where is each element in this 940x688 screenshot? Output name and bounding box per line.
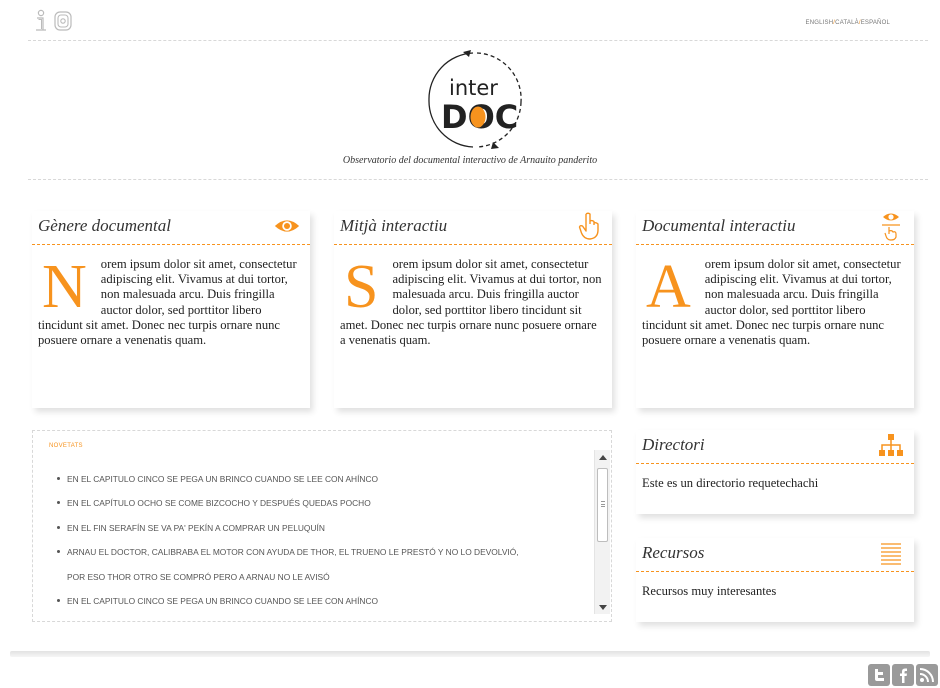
news-label: NOVETATS bbox=[49, 443, 83, 449]
news-item-text[interactable]: EN EL CAPITULO CINCO SE PEGA UN BRINCO C… bbox=[67, 596, 378, 606]
language-selector: ENGLISH/CATALÀ/ESPAÑOL bbox=[806, 20, 890, 26]
bullet-icon bbox=[57, 525, 60, 529]
scroll-thumb[interactable] bbox=[597, 468, 608, 542]
card-body: Recursos muy interesantes bbox=[636, 572, 914, 599]
card-body: Este es un directorio requetechachi bbox=[636, 464, 914, 491]
card-genere-documental: Gènere documental Norem ipsum dolor sit … bbox=[32, 211, 310, 408]
news-scrollbar[interactable] bbox=[594, 450, 610, 614]
card-title[interactable]: Recursos bbox=[642, 543, 704, 563]
drop-cap: N bbox=[42, 253, 87, 321]
lang-catala[interactable]: CATALÀ bbox=[835, 20, 859, 26]
card-header: Directori bbox=[636, 430, 914, 464]
sitemap-icon[interactable] bbox=[878, 430, 904, 460]
list-icon[interactable] bbox=[878, 538, 904, 568]
card-directori: Directori Este es un directorio requetec… bbox=[636, 430, 914, 514]
scroll-up-arrow-icon[interactable] bbox=[595, 450, 611, 464]
bullet-icon bbox=[57, 477, 60, 480]
card-header: Recursos bbox=[636, 538, 914, 572]
news-item-text[interactable]: POR ESO THOR OTRO SE COMPRÓ PERO A ARNAU… bbox=[67, 572, 330, 582]
card-title[interactable]: Documental interactiu bbox=[642, 216, 795, 236]
lang-espanol[interactable]: ESPAÑOL bbox=[861, 20, 890, 26]
tagline: Observatorio del documental interactivo … bbox=[342, 155, 598, 166]
news-item-text[interactable]: EN EL CAPITULO CINCO SE PEGA UN BRINCO C… bbox=[67, 474, 378, 484]
twitter-icon[interactable] bbox=[868, 664, 890, 686]
bullet-icon bbox=[57, 598, 60, 602]
card-title[interactable]: Gènere documental bbox=[38, 216, 171, 236]
card-title[interactable]: Mitjà interactiu bbox=[340, 216, 447, 236]
card-body: Sorem ipsum dolor sit amet, consectetur … bbox=[334, 245, 612, 348]
list-item[interactable]: EN EL CAPITULO CINCO SE PEGA UN BRINCO C… bbox=[33, 473, 593, 497]
rss-icon[interactable] bbox=[916, 664, 938, 686]
list-item[interactable]: EN EL CAPÍTULO OCHO SE COME BIZCOCHO Y D… bbox=[33, 497, 593, 521]
card-text: Este es un directorio requetechachi bbox=[642, 476, 819, 490]
list-item[interactable]: ARNAU EL DOCTOR, CALIBRABA EL MOTOR CON … bbox=[33, 546, 593, 570]
card-header: Mitjà interactiu bbox=[334, 211, 612, 245]
divider bbox=[28, 40, 928, 41]
card-mitja-interactiu: Mitjà interactiu Sorem ipsum dolor sit a… bbox=[334, 211, 612, 408]
news-item-text[interactable]: EN EL CAPÍTULO OCHO SE COME BIZCOCHO Y D… bbox=[67, 498, 371, 508]
card-text: Recursos muy interesantes bbox=[642, 584, 777, 598]
news-item-text[interactable]: ARNAU EL DOCTOR, CALIBRABA EL MOTOR CON … bbox=[67, 547, 519, 557]
divider bbox=[28, 179, 928, 180]
bullet-icon bbox=[57, 550, 60, 554]
facebook-icon[interactable] bbox=[892, 664, 914, 686]
news-panel: NOVETATS EN EL CAPITULO CINCO SE PEGA UN… bbox=[32, 430, 612, 622]
logo-inter-text: inter bbox=[449, 76, 498, 100]
card-header: Gènere documental bbox=[32, 211, 310, 245]
list-item[interactable]: EN EL FIN SERAFÍN SE VA PA' PEKÍN A COMP… bbox=[33, 522, 593, 546]
scroll-down-arrow-icon[interactable] bbox=[595, 600, 611, 614]
card-text: orem ipsum dolor sit amet, consectetur a… bbox=[340, 257, 602, 348]
drop-cap: A bbox=[646, 253, 691, 321]
card-documental-interactiu: Documental interactiu Aorem ipsum dolor … bbox=[636, 211, 914, 408]
card-title[interactable]: Directori bbox=[642, 435, 705, 455]
eye-icon[interactable] bbox=[274, 211, 300, 241]
list-item[interactable]: EN EL CAPITULO CINCO SE PEGA UN BRINCO C… bbox=[33, 595, 593, 619]
drop-cap: S bbox=[344, 253, 379, 321]
at-email-icon[interactable] bbox=[54, 8, 72, 34]
card-body: Norem ipsum dolor sit amet, consectetur … bbox=[32, 245, 310, 348]
top-icons bbox=[32, 8, 72, 34]
eye-hand-icon[interactable] bbox=[878, 211, 904, 241]
lang-english[interactable]: ENGLISH bbox=[806, 20, 834, 26]
card-body: Aorem ipsum dolor sit amet, consectetur … bbox=[636, 245, 914, 348]
grip-icon bbox=[601, 501, 605, 507]
interdoc-logo[interactable]: inter DOC bbox=[425, 50, 525, 150]
card-header: Documental interactiu bbox=[636, 211, 914, 245]
bullet-icon bbox=[57, 501, 60, 505]
social-links bbox=[868, 664, 938, 686]
news-list: EN EL CAPITULO CINCO SE PEGA UN BRINCO C… bbox=[33, 473, 593, 619]
news-item-text[interactable]: EN EL FIN SERAFÍN SE VA PA' PEKÍN A COMP… bbox=[67, 523, 325, 533]
info-icon[interactable] bbox=[32, 8, 50, 34]
card-recursos: Recursos Recursos muy interesantes bbox=[636, 538, 914, 622]
list-item-continuation[interactable]: POR ESO THOR OTRO SE COMPRÓ PERO A ARNAU… bbox=[33, 571, 593, 595]
hand-pointer-icon[interactable] bbox=[576, 211, 602, 241]
footer-bar bbox=[10, 651, 930, 657]
